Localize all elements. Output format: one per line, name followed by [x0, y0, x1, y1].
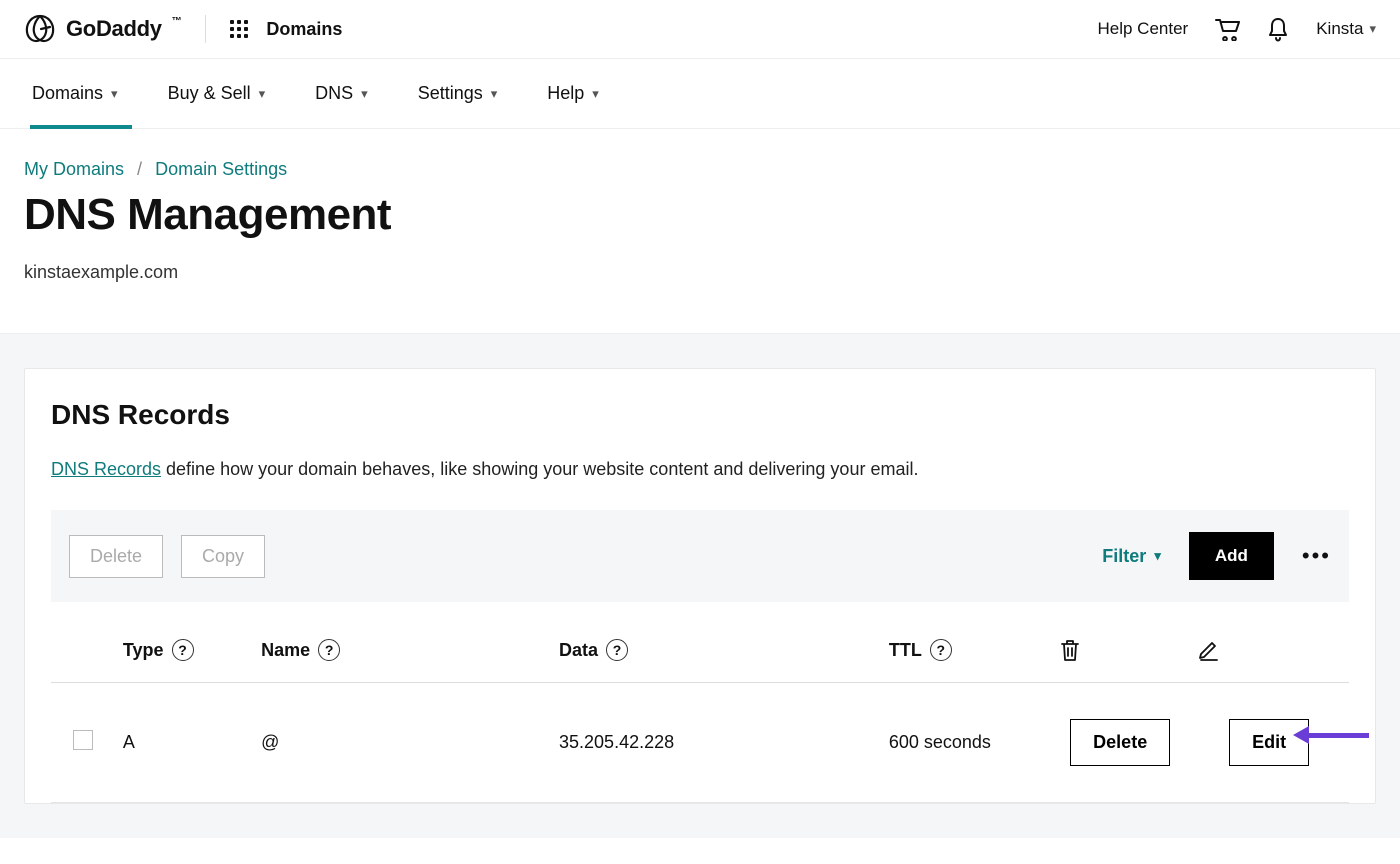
- godaddy-logo-icon: [24, 14, 56, 44]
- trademark: ™: [172, 16, 182, 27]
- product-label[interactable]: Domains: [266, 19, 342, 40]
- bulk-copy-button[interactable]: Copy: [181, 535, 265, 578]
- nav-item-help[interactable]: Help▾: [545, 59, 601, 128]
- chevron-down-icon: ▾: [1369, 21, 1376, 37]
- breadcrumb: My Domains / Domain Settings: [0, 129, 1400, 180]
- card-description-text: define how your domain behaves, like sho…: [161, 459, 918, 479]
- toolbar-left: Delete Copy: [69, 535, 265, 578]
- help-icon[interactable]: ?: [318, 639, 340, 661]
- col-checkbox: [51, 610, 115, 683]
- nav-item-buy-sell[interactable]: Buy & Sell▾: [166, 59, 268, 128]
- help-icon[interactable]: ?: [930, 639, 952, 661]
- chevron-down-icon: ▾: [1154, 548, 1161, 564]
- chevron-down-icon: ▾: [361, 86, 368, 102]
- col-data: Data?: [551, 610, 881, 683]
- bell-icon[interactable]: [1266, 16, 1290, 42]
- dns-records-link[interactable]: DNS Records: [51, 459, 161, 479]
- nav-item-domains[interactable]: Domains▾: [30, 59, 120, 128]
- user-menu[interactable]: Kinsta ▾: [1316, 19, 1376, 39]
- trash-icon: [1059, 638, 1081, 662]
- records-toolbar: Delete Copy Filter ▾ Add •••: [51, 510, 1349, 602]
- table-row: A @ 35.205.42.228 600 seconds Delete Edi…: [51, 683, 1349, 803]
- card-description: DNS Records define how your domain behav…: [51, 459, 1349, 480]
- topbar-left: GoDaddy ™ Domains: [24, 14, 342, 44]
- brand-name: GoDaddy: [66, 16, 162, 42]
- top-bar: GoDaddy ™ Domains Help Center Kinsta ▾: [0, 0, 1400, 59]
- toolbar-right: Filter ▾ Add •••: [1102, 532, 1331, 580]
- domain-name: kinstaexample.com: [0, 240, 1400, 333]
- table-wrapper: Type? Name? Data? TTL? A @: [51, 610, 1349, 803]
- breadcrumb-my-domains[interactable]: My Domains: [24, 159, 124, 179]
- brand-logo[interactable]: GoDaddy ™: [24, 14, 181, 44]
- col-delete: [1051, 610, 1189, 683]
- cell-name: @: [253, 683, 551, 803]
- cell-data: 35.205.42.228: [551, 683, 881, 803]
- cell-ttl: 600 seconds: [881, 683, 1051, 803]
- user-name: Kinsta: [1316, 19, 1363, 39]
- filter-dropdown[interactable]: Filter ▾: [1102, 546, 1161, 567]
- edit-icon: [1197, 639, 1221, 661]
- dns-records-card: DNS Records DNS Records define how your …: [24, 368, 1376, 804]
- breadcrumb-domain-settings[interactable]: Domain Settings: [155, 159, 287, 179]
- more-menu-icon[interactable]: •••: [1302, 543, 1331, 569]
- main-nav: Domains▾ Buy & Sell▾ DNS▾ Settings▾ Help…: [0, 59, 1400, 129]
- annotation-arrow: [1293, 726, 1369, 744]
- row-delete-button[interactable]: Delete: [1070, 719, 1170, 766]
- chevron-down-icon: ▾: [491, 86, 498, 102]
- col-name: Name?: [253, 610, 551, 683]
- content-area: DNS Records DNS Records define how your …: [0, 333, 1400, 838]
- chevron-down-icon: ▾: [259, 86, 266, 102]
- dns-records-table: Type? Name? Data? TTL? A @: [51, 610, 1349, 803]
- col-edit: [1189, 610, 1349, 683]
- row-checkbox[interactable]: [73, 730, 93, 750]
- arrow-line: [1309, 733, 1369, 738]
- filter-label: Filter: [1102, 546, 1146, 567]
- bulk-delete-button[interactable]: Delete: [69, 535, 163, 578]
- arrow-head-icon: [1293, 726, 1309, 744]
- help-center-link[interactable]: Help Center: [1098, 19, 1189, 39]
- divider: [205, 15, 206, 43]
- nav-item-dns[interactable]: DNS▾: [313, 59, 370, 128]
- col-ttl: TTL?: [881, 610, 1051, 683]
- page-title: DNS Management: [0, 180, 1400, 240]
- topbar-right: Help Center Kinsta ▾: [1098, 16, 1377, 42]
- chevron-down-icon: ▾: [111, 86, 118, 102]
- cart-icon[interactable]: [1214, 17, 1240, 41]
- help-icon[interactable]: ?: [606, 639, 628, 661]
- breadcrumb-separator: /: [137, 159, 142, 179]
- cell-type: A: [115, 683, 253, 803]
- chevron-down-icon: ▾: [592, 86, 599, 102]
- card-title: DNS Records: [51, 399, 1349, 431]
- apps-grid-icon[interactable]: [230, 20, 248, 38]
- help-icon[interactable]: ?: [172, 639, 194, 661]
- col-type: Type?: [115, 610, 253, 683]
- add-button[interactable]: Add: [1189, 532, 1274, 580]
- nav-item-settings[interactable]: Settings▾: [416, 59, 500, 128]
